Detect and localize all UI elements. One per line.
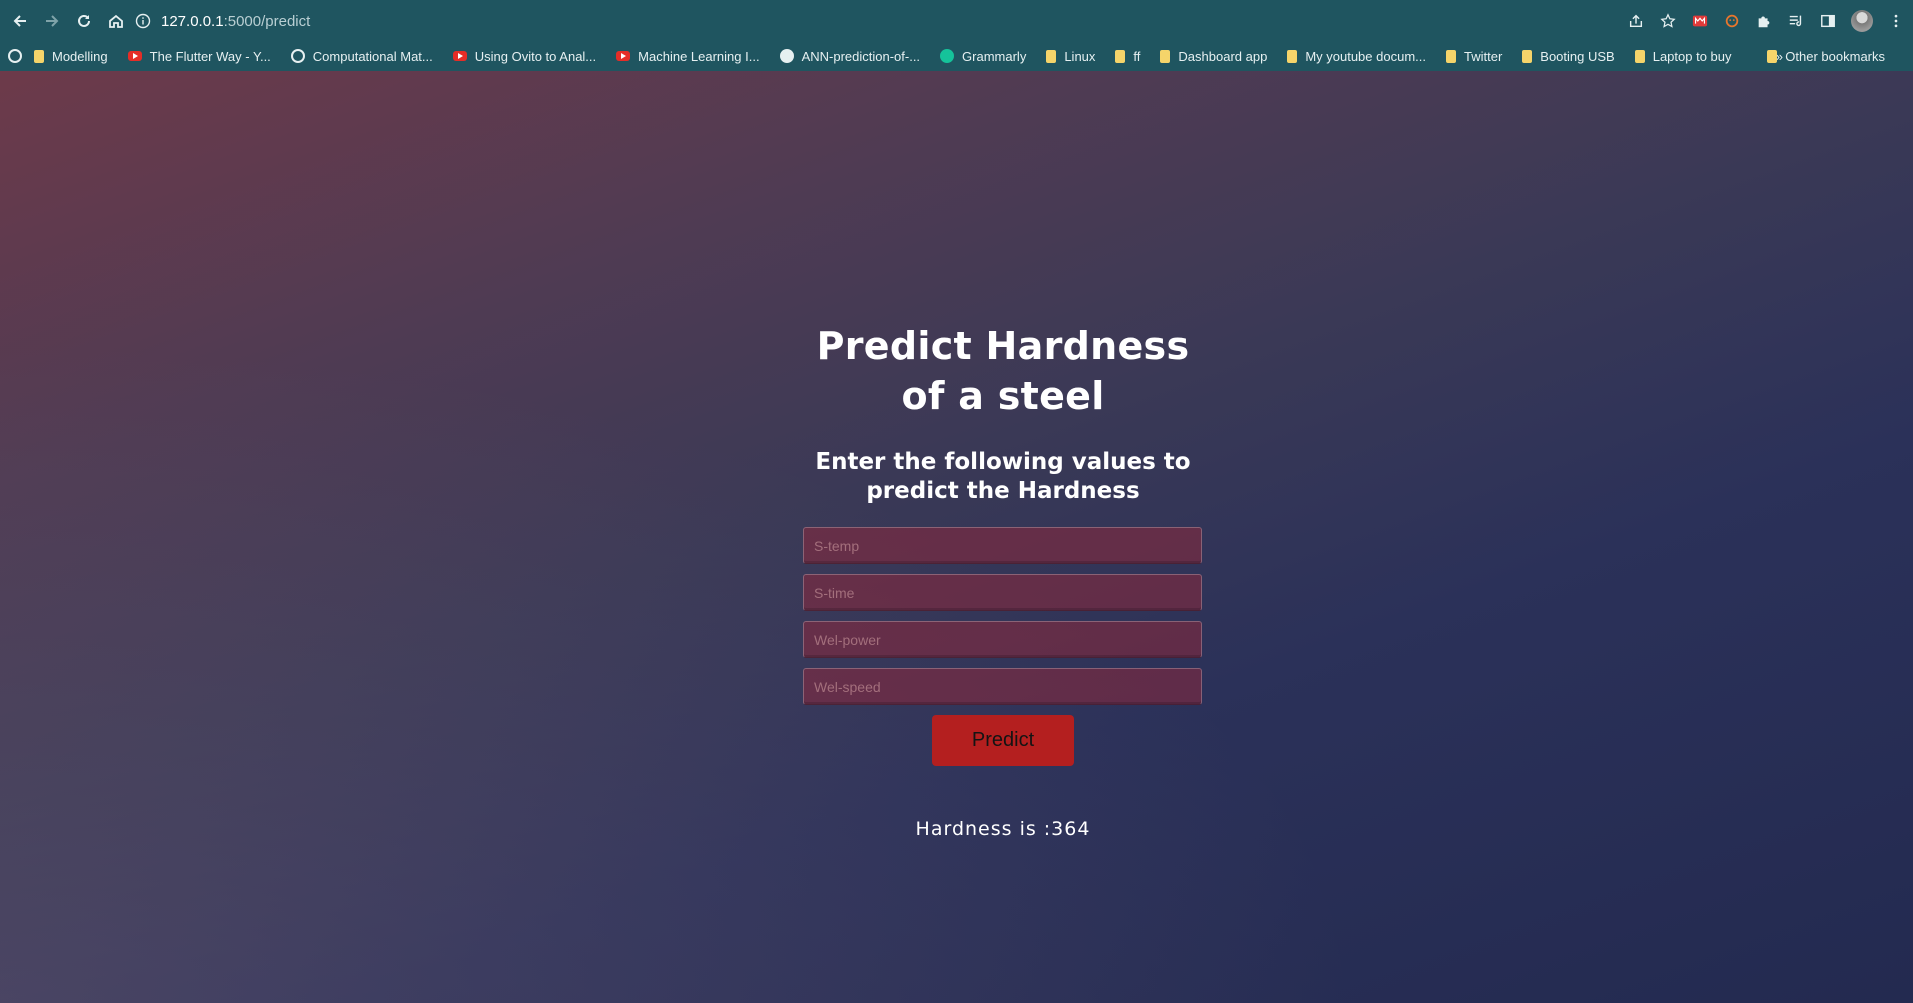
s-temp-input[interactable] [803,527,1202,564]
bookmark-label: Modelling [52,48,108,64]
hardness-result: Hardness is :364 [915,818,1091,840]
puzzle-icon[interactable] [1755,12,1773,30]
folder-icon [1046,49,1057,63]
bookmark-label: Linux [1064,48,1096,64]
globe-icon [290,49,305,63]
folder-icon [1445,49,1456,63]
bookmark-item[interactable]: Linux [1046,49,1095,64]
folder-icon [1160,49,1171,63]
address-bar[interactable]: 127.0.0.1:5000/predict [135,7,1635,35]
apps-icon[interactable] [8,49,22,63]
bookmarks-bar: Modelling The Flutter Way - Y... Computati… [0,41,1913,71]
folder-icon [34,49,44,63]
bookmark-label: ff [1133,48,1141,64]
reload-icon[interactable] [72,9,96,33]
home-icon[interactable] [104,9,128,33]
bookmark-label: My youtube docum... [1305,48,1426,64]
bookmark-item[interactable]: ff [1115,49,1140,64]
page-subtitle: Enter the following values to predict th… [815,449,1191,504]
forward-icon[interactable] [40,9,64,33]
url-path: :5000/predict [223,12,311,30]
input-fields [803,527,1203,705]
bookmark-list: Modelling The Flutter Way - Y... Computati… [34,49,1752,64]
bookmark-item[interactable]: The Flutter Way - Y... [127,48,271,64]
extension-red-icon[interactable] [1691,12,1709,30]
bookmark-item[interactable]: Modelling [34,49,108,64]
back-icon[interactable] [8,9,32,33]
page-title: Predict Hardness of a steel [816,324,1190,418]
youtube-icon [127,51,142,61]
site-info-icon[interactable] [135,13,151,29]
bookmark-label: Grammarly [962,48,1027,64]
bookmark-label: Booting USB [1540,48,1615,64]
menu-dots-icon[interactable] [1887,12,1905,30]
share-icon[interactable] [1627,12,1645,30]
url-host: 127.0.0.1 [161,12,224,30]
media-icon[interactable] [1787,12,1805,30]
bookmark-item[interactable]: Computational Mat... [290,48,433,64]
folder-icon [1634,49,1645,63]
other-bookmarks-label: Other bookmarks [1785,48,1885,64]
profile-avatar[interactable] [1851,10,1873,32]
extension-orange-icon[interactable] [1723,12,1741,30]
github-icon [779,49,794,63]
folder-icon [1522,49,1533,63]
toolbar-actions [1627,8,1905,34]
bookmark-label: Using Ovito to Anal... [474,48,597,64]
prediction-form: Predict Hardness of a steel Enter the fo… [803,321,1203,840]
side-panel-icon[interactable] [1819,12,1837,30]
grammarly-icon [940,49,955,63]
wel-power-input[interactable] [803,621,1202,658]
youtube-icon [616,51,631,61]
folder-icon [1115,49,1126,63]
bookmark-item[interactable]: Dashboard app [1160,49,1267,64]
other-bookmarks[interactable]: Other bookmarks [1767,41,1885,71]
bookmark-item[interactable]: Machine Learning I... [616,48,760,64]
bookmark-label: Dashboard app [1178,48,1268,64]
bookmark-label: Laptop to buy [1652,48,1732,64]
bookmark-label: Machine Learning I... [638,48,760,64]
bookmark-item[interactable]: Booting USB [1522,48,1615,64]
bookmark-item[interactable]: Laptop to buy [1634,48,1732,64]
wel-speed-input[interactable] [803,668,1202,705]
bookmark-label: ANN-prediction-of-... [801,48,921,64]
bookmark-item[interactable]: ANN-prediction-of-... [779,48,921,64]
bookmark-item[interactable]: Twitter [1445,48,1503,64]
bookmark-item[interactable]: Grammarly [940,49,1026,64]
folder-icon [1287,49,1298,63]
bookmark-label: The Flutter Way - Y... [149,48,271,64]
predict-button[interactable]: Predict [932,715,1074,766]
folder-icon [1767,49,1778,63]
browser-toolbar: 127.0.0.1:5000/predict [0,0,1913,41]
bookmark-label: Twitter [1463,48,1503,64]
page-body: Predict Hardness of a steel Enter the fo… [0,71,1913,1003]
bookmark-label: Computational Mat... [312,48,433,64]
bookmark-item[interactable]: My youtube docum... [1287,49,1426,64]
bookmark-item[interactable]: Using Ovito to Anal... [452,48,597,64]
s-time-input[interactable] [803,574,1202,611]
star-icon[interactable] [1659,12,1677,30]
youtube-icon [452,51,467,61]
